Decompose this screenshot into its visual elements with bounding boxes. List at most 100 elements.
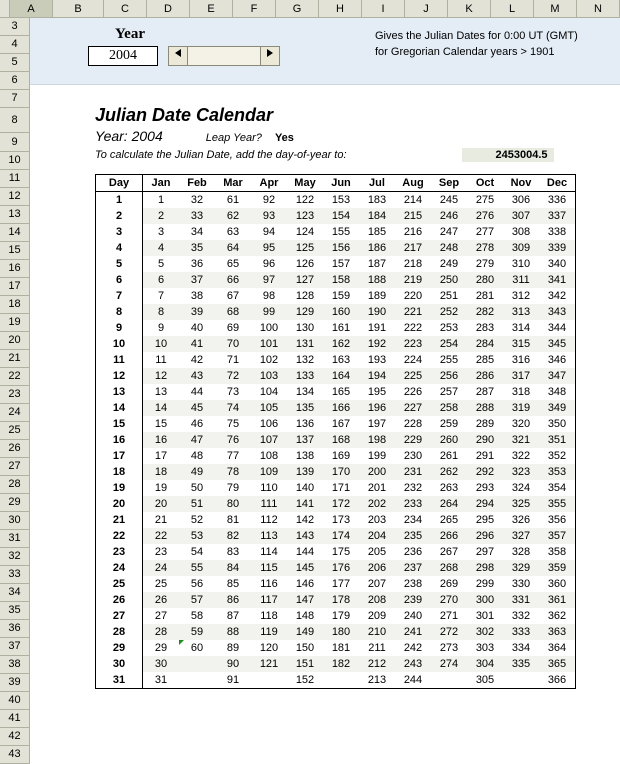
cal-cell: 41	[179, 336, 215, 352]
cal-cell: 57	[179, 592, 215, 608]
column-header-n[interactable]: N	[577, 0, 620, 18]
info-text-1: Gives the Julian Dates for 0:00 UT (GMT)	[375, 30, 578, 42]
cal-cell: 93	[251, 208, 287, 224]
column-header-a[interactable]: A	[10, 0, 53, 18]
cal-cell: 159	[323, 288, 359, 304]
cal-cell: 43	[179, 368, 215, 384]
row-header-28[interactable]: 28	[0, 476, 30, 494]
cal-cell: 182	[323, 656, 359, 672]
cal-cell: 90	[215, 656, 251, 672]
row-header-34[interactable]: 34	[0, 584, 30, 602]
row-header-18[interactable]: 18	[0, 296, 30, 314]
row-header-20[interactable]: 20	[0, 332, 30, 350]
cal-cell: 109	[251, 464, 287, 480]
row-header-23[interactable]: 23	[0, 386, 30, 404]
row-header-22[interactable]: 22	[0, 368, 30, 386]
column-header-h[interactable]: H	[319, 0, 362, 18]
row-header-11[interactable]: 11	[0, 170, 30, 188]
cal-cell: 172	[323, 496, 359, 512]
cal-cell: 266	[431, 528, 467, 544]
row-header-26[interactable]: 26	[0, 440, 30, 458]
column-header-k[interactable]: K	[448, 0, 491, 18]
row-header-13[interactable]: 13	[0, 206, 30, 224]
column-header-m[interactable]: M	[534, 0, 577, 18]
row-header-8[interactable]: 8	[0, 108, 30, 133]
row-header-15[interactable]: 15	[0, 242, 30, 260]
column-header-f[interactable]: F	[233, 0, 276, 18]
cal-cell: 332	[503, 608, 539, 624]
row-header-43[interactable]: 43	[0, 746, 30, 764]
scroll-right-button[interactable]	[260, 47, 279, 65]
row-header-33[interactable]: 33	[0, 566, 30, 584]
column-header-l[interactable]: L	[491, 0, 534, 18]
cal-cell: 352	[539, 448, 576, 464]
cal-cell: 189	[359, 288, 395, 304]
column-header-c[interactable]: C	[104, 0, 147, 18]
row-header-4[interactable]: 4	[0, 36, 30, 54]
cal-day-5: 5	[96, 256, 143, 272]
column-header-b[interactable]: B	[53, 0, 104, 18]
row-header-37[interactable]: 37	[0, 638, 30, 656]
row-header-9[interactable]: 9	[0, 133, 30, 152]
row-header-36[interactable]: 36	[0, 620, 30, 638]
row-header-29[interactable]: 29	[0, 494, 30, 512]
cal-header-may: May	[287, 175, 323, 192]
cal-cell: 143	[287, 528, 323, 544]
row-header-32[interactable]: 32	[0, 548, 30, 566]
row-header-27[interactable]: 27	[0, 458, 30, 476]
row-header-19[interactable]: 19	[0, 314, 30, 332]
year-scrollbar[interactable]	[168, 46, 280, 66]
scroll-left-button[interactable]	[169, 47, 188, 65]
cal-cell: 239	[395, 592, 431, 608]
row-header-39[interactable]: 39	[0, 674, 30, 692]
row-header-16[interactable]: 16	[0, 260, 30, 278]
row-header-3[interactable]: 3	[0, 18, 30, 36]
cal-cell: 301	[467, 608, 503, 624]
column-header-d[interactable]: D	[147, 0, 190, 18]
cal-day-28: 28	[96, 624, 143, 640]
cal-cell	[323, 672, 359, 689]
column-header-e[interactable]: E	[190, 0, 233, 18]
cal-cell: 363	[539, 624, 576, 640]
row-header-5[interactable]: 5	[0, 54, 30, 72]
column-header-i[interactable]: I	[362, 0, 405, 18]
cal-day-30: 30	[96, 656, 143, 672]
cal-cell: 329	[503, 560, 539, 576]
row-header-35[interactable]: 35	[0, 602, 30, 620]
row-header-41[interactable]: 41	[0, 710, 30, 728]
cal-header-sep: Sep	[431, 175, 467, 192]
cal-day-15: 15	[96, 416, 143, 432]
cal-day-20: 20	[96, 496, 143, 512]
cal-cell: 199	[359, 448, 395, 464]
row-header-38[interactable]: 38	[0, 656, 30, 674]
row-header-12[interactable]: 12	[0, 188, 30, 206]
cal-cell: 169	[323, 448, 359, 464]
cal-cell: 166	[323, 400, 359, 416]
scrollbar-track[interactable]	[188, 47, 260, 65]
column-header-j[interactable]: J	[405, 0, 448, 18]
row-header-24[interactable]: 24	[0, 404, 30, 422]
row-header-31[interactable]: 31	[0, 530, 30, 548]
select-all-corner[interactable]	[0, 0, 10, 18]
cal-cell: 154	[323, 208, 359, 224]
column-header-g[interactable]: G	[276, 0, 319, 18]
row-header-42[interactable]: 42	[0, 728, 30, 746]
cal-cell: 117	[251, 592, 287, 608]
row-header-17[interactable]: 17	[0, 278, 30, 296]
row-header-6[interactable]: 6	[0, 72, 30, 90]
row-header-25[interactable]: 25	[0, 422, 30, 440]
cal-cell: 100	[251, 320, 287, 336]
row-header-7[interactable]: 7	[0, 90, 30, 108]
row-header-21[interactable]: 21	[0, 350, 30, 368]
row-header-10[interactable]: 10	[0, 152, 30, 170]
cal-day-16: 16	[96, 432, 143, 448]
cal-header-dec: Dec	[539, 175, 576, 192]
cal-cell: 129	[287, 304, 323, 320]
cal-cell: 303	[467, 640, 503, 656]
cal-cell: 358	[539, 544, 576, 560]
year-input[interactable]: 2004	[88, 46, 158, 66]
row-header-30[interactable]: 30	[0, 512, 30, 530]
row-header-14[interactable]: 14	[0, 224, 30, 242]
row-header-40[interactable]: 40	[0, 692, 30, 710]
cal-cell: 119	[251, 624, 287, 640]
